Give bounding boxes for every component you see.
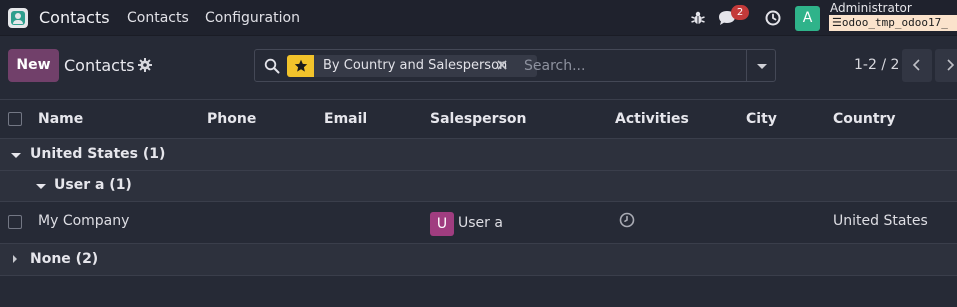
chevron-left-icon <box>912 59 920 71</box>
pager-previous[interactable] <box>902 49 932 82</box>
contact-name[interactable]: My Company <box>38 213 129 229</box>
bug-icon[interactable] <box>690 10 706 26</box>
star-icon <box>294 59 308 72</box>
search-bar[interactable]: By Country and Salesperson <box>254 49 776 82</box>
column-activities[interactable]: Activities <box>615 111 689 127</box>
caret-down-icon <box>757 64 767 69</box>
chat-count-badge: 2 <box>731 5 749 20</box>
caret-down-icon <box>36 184 46 189</box>
search-input[interactable] <box>524 55 744 77</box>
salesperson-name[interactable]: User a <box>458 215 503 231</box>
column-salesperson[interactable]: Salesperson <box>430 111 527 127</box>
select-all-checkbox[interactable] <box>8 112 22 126</box>
database-icon: ☰ <box>832 16 842 29</box>
search-icon[interactable] <box>264 58 280 74</box>
breadcrumb: Contacts <box>64 56 135 75</box>
group-label: None (2) <box>30 251 99 267</box>
column-name[interactable]: Name <box>38 111 83 127</box>
facet-favorite <box>287 55 314 77</box>
user-avatar[interactable]: A <box>795 6 820 31</box>
pager-next[interactable] <box>935 49 957 82</box>
caret-down-icon <box>11 153 21 158</box>
database-name: odoo_tmp_odoo17_ <box>841 16 948 29</box>
group-label: User a (1) <box>54 177 132 193</box>
gear-icon[interactable] <box>138 58 152 72</box>
search-options-toggle[interactable] <box>746 50 776 81</box>
group-row-united-states[interactable]: United States (1) <box>0 139 957 171</box>
row-checkbox[interactable] <box>8 215 22 229</box>
pager-value[interactable]: 1-2 / 2 <box>854 57 899 73</box>
remove-facet-icon[interactable] <box>496 59 508 71</box>
column-email[interactable]: Email <box>324 111 367 127</box>
new-button[interactable]: New <box>8 49 59 82</box>
top-navbar: Contacts Contacts Configuration 2 A Admi… <box>0 0 957 36</box>
group-row-user-a[interactable]: User a (1) <box>0 171 957 202</box>
contact-country: United States <box>833 213 928 229</box>
group-label: United States (1) <box>30 146 166 162</box>
chevron-right-icon <box>947 59 955 71</box>
activity-clock-icon[interactable] <box>619 212 635 228</box>
caret-right-icon <box>13 255 17 263</box>
app-name[interactable]: Contacts <box>39 8 110 27</box>
contacts-app-icon[interactable] <box>8 8 28 28</box>
column-phone[interactable]: Phone <box>207 111 256 127</box>
menu-contacts[interactable]: Contacts <box>127 10 189 26</box>
column-country[interactable]: Country <box>833 111 896 127</box>
database-tag: ☰odoo_tmp_odoo17_ <box>829 15 957 31</box>
menu-configuration[interactable]: Configuration <box>205 10 300 26</box>
activity-clock-icon[interactable] <box>765 10 781 26</box>
group-row-none[interactable]: None (2) <box>0 244 957 276</box>
salesperson-avatar: U <box>430 212 454 236</box>
user-name[interactable]: Administrator <box>830 1 912 15</box>
column-city[interactable]: City <box>746 111 777 127</box>
table-header: Name Phone Email Salesperson Activities … <box>0 99 957 139</box>
table-row[interactable]: My Company U User a United States <box>0 202 957 244</box>
